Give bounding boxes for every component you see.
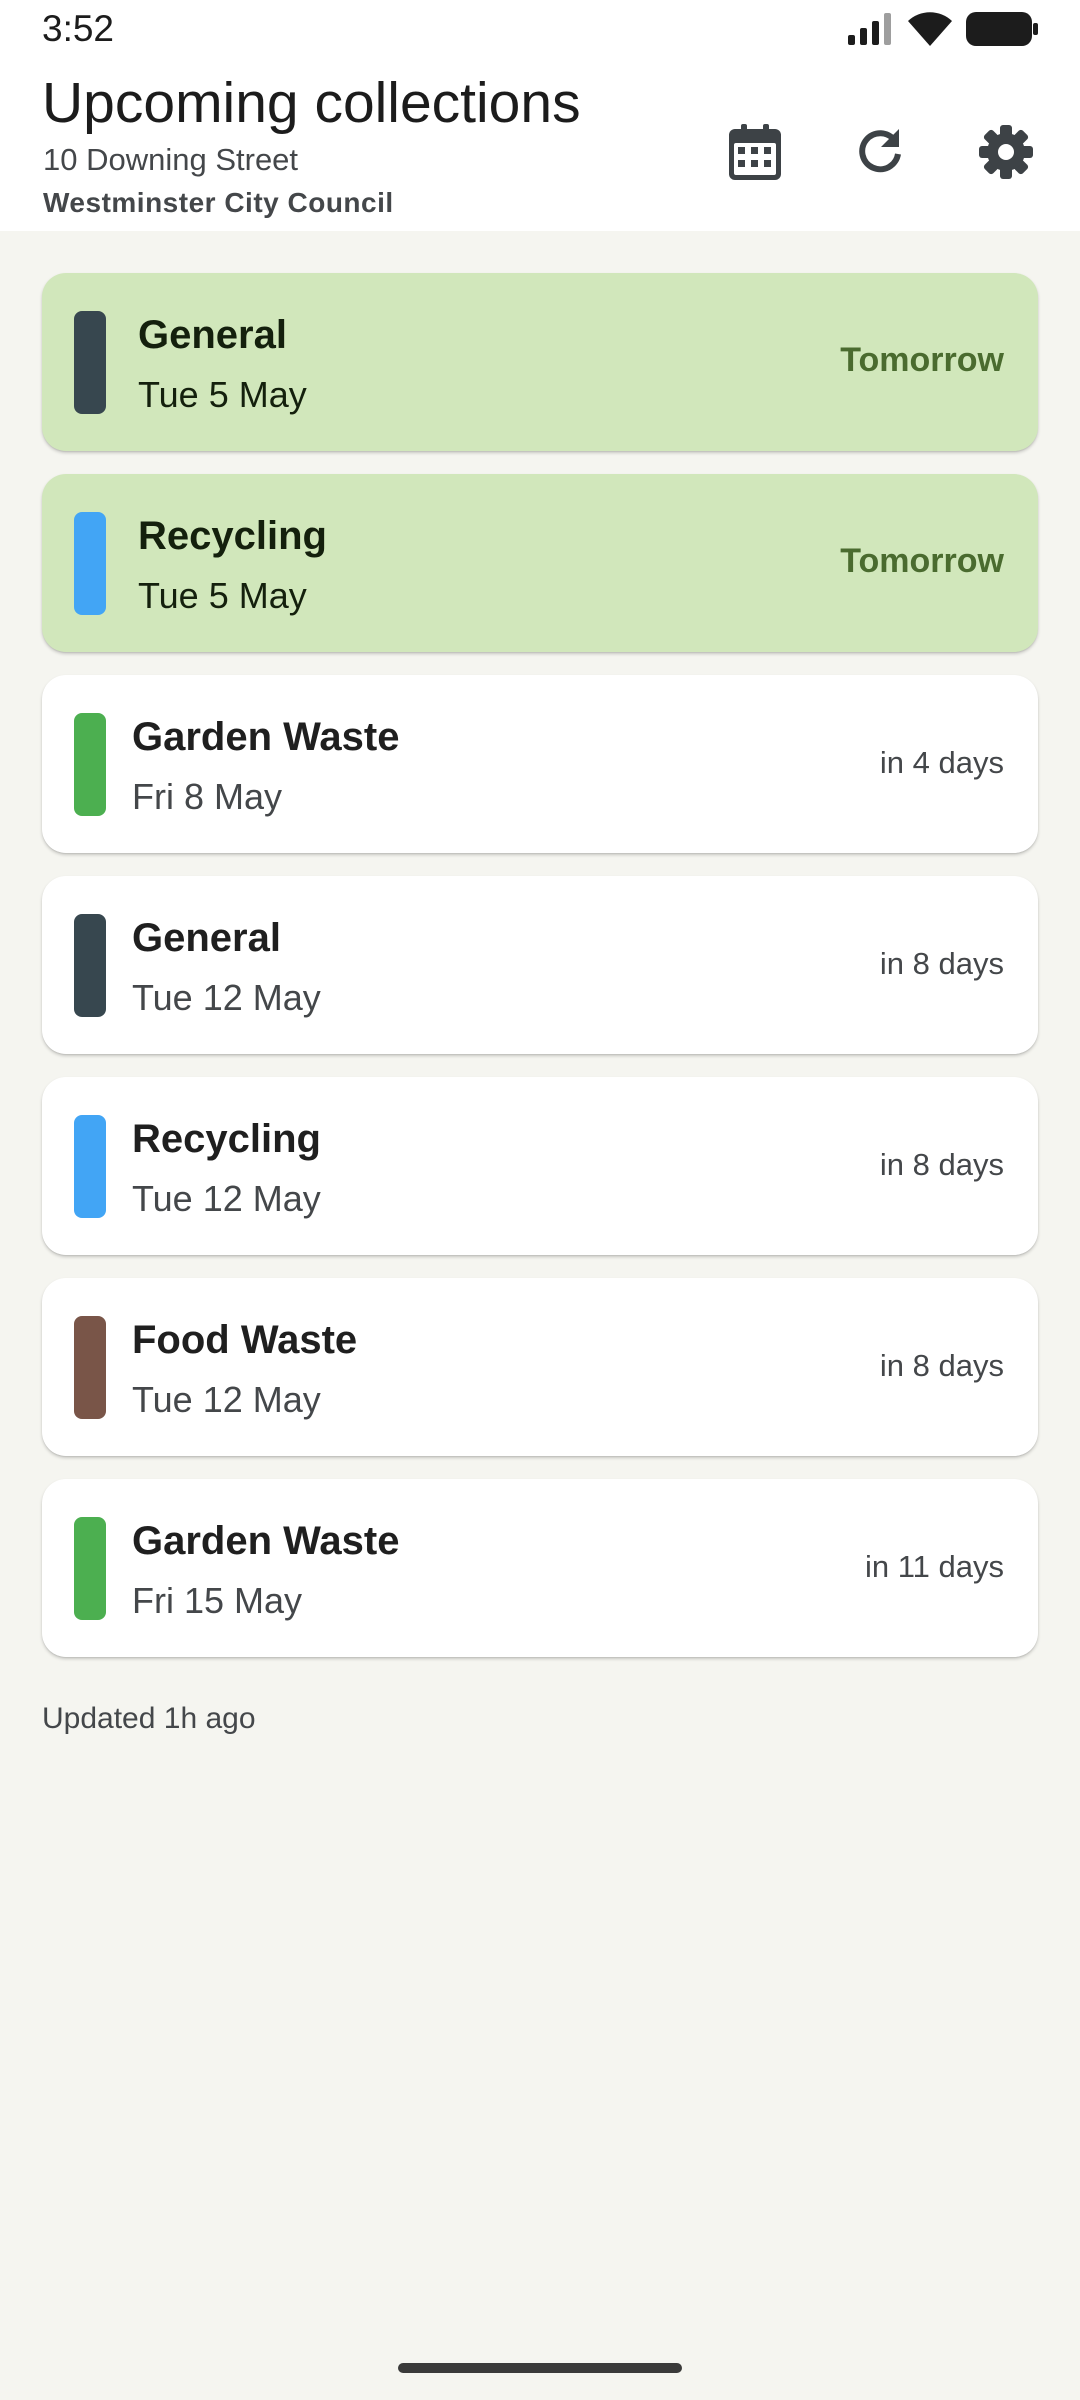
- refresh-button[interactable]: [838, 112, 922, 196]
- collection-countdown: Tomorrow: [840, 341, 1004, 379]
- bin-color-bar: [74, 311, 106, 414]
- council-label: Westminster City Council: [43, 187, 394, 218]
- address-label: 10 Downing Street: [43, 142, 299, 177]
- collection-date: Tue 5 May: [138, 374, 307, 415]
- collection-countdown: in 4 days: [879, 745, 1004, 780]
- collection-countdown: in 8 days: [879, 1348, 1004, 1383]
- calendar-button[interactable]: [713, 112, 797, 196]
- collections-list: General Tue 5 May Tomorrow Recycling Tue…: [42, 273, 1038, 1680]
- status-bar: 3:52: [0, 0, 1080, 60]
- bin-color-bar: [74, 914, 106, 1017]
- bin-name: Garden Waste: [132, 715, 400, 759]
- bin-color-bar: [74, 713, 106, 816]
- collection-card[interactable]: Garden Waste Fri 15 May in 11 days: [42, 1479, 1038, 1657]
- settings-button[interactable]: [964, 112, 1048, 196]
- bin-color-bar: [74, 512, 106, 615]
- collection-date: Tue 12 May: [132, 1379, 321, 1420]
- collection-date: Tue 12 May: [132, 1178, 321, 1219]
- calendar-icon: [729, 123, 781, 185]
- bin-name: Food Waste: [132, 1318, 358, 1362]
- signal-icon: [848, 12, 894, 50]
- bin-name: Garden Waste: [132, 1519, 400, 1563]
- refresh-icon: [855, 127, 905, 182]
- last-updated-label: Updated 1h ago: [42, 1702, 256, 1735]
- app-header: Upcoming collections 10 Downing Street W…: [0, 60, 1080, 231]
- battery-icon: [966, 11, 1038, 51]
- collection-date: Tue 5 May: [138, 575, 307, 616]
- home-indicator[interactable]: [398, 2363, 682, 2373]
- bin-color-bar: [74, 1517, 106, 1620]
- settings-icon: [979, 124, 1033, 184]
- status-time: 3:52: [42, 8, 115, 49]
- bin-name: Recycling: [138, 514, 327, 558]
- bin-name: General: [132, 916, 281, 960]
- collection-card[interactable]: General Tue 5 May Tomorrow: [42, 273, 1038, 451]
- status-icons: [848, 11, 1038, 51]
- collection-card[interactable]: Recycling Tue 5 May Tomorrow: [42, 474, 1038, 652]
- collection-date: Tue 12 May: [132, 977, 321, 1018]
- wifi-icon: [908, 11, 952, 51]
- collection-countdown: in 8 days: [879, 946, 1004, 981]
- collection-date: Fri 15 May: [132, 1580, 303, 1621]
- collection-countdown: in 8 days: [879, 1147, 1004, 1182]
- collection-card[interactable]: Garden Waste Fri 8 May in 4 days: [42, 675, 1038, 853]
- bin-name: Recycling: [132, 1117, 321, 1161]
- bin-color-bar: [74, 1316, 106, 1419]
- collection-card[interactable]: Food Waste Tue 12 May in 8 days: [42, 1278, 1038, 1456]
- collection-card[interactable]: Recycling Tue 12 May in 8 days: [42, 1077, 1038, 1255]
- page-title: Upcoming collections: [42, 71, 581, 135]
- collection-countdown: in 11 days: [864, 1549, 1004, 1584]
- bin-color-bar: [74, 1115, 106, 1218]
- collection-card[interactable]: General Tue 12 May in 8 days: [42, 876, 1038, 1054]
- bin-name: General: [138, 313, 287, 357]
- collection-date: Fri 8 May: [132, 776, 283, 817]
- collection-countdown: Tomorrow: [840, 542, 1004, 580]
